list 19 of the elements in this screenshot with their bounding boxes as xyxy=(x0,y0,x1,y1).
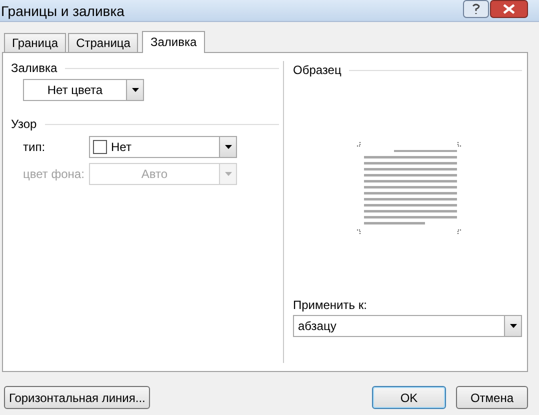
close-icon[interactable] xyxy=(490,0,528,18)
field-label: цвет фона: xyxy=(23,167,86,181)
pattern-dropdown[interactable]: Нет xyxy=(89,136,237,158)
tab[interactable]: Заливка xyxy=(142,31,205,53)
tab[interactable]: Страница xyxy=(68,33,138,52)
tab[interactable]: Граница xyxy=(4,33,66,52)
color-swatch-icon xyxy=(93,140,107,154)
dialog-button[interactable]: OK xyxy=(372,386,446,409)
dialog-button[interactable]: Горизонтальная линия... xyxy=(4,386,150,409)
apply-to-dropdown[interactable]: абзацу xyxy=(293,315,522,337)
field-label: тип: xyxy=(23,140,46,154)
field-label: Применить к: xyxy=(293,298,368,312)
fill-dropdown[interactable]: Нет цвета xyxy=(23,79,144,101)
help-icon[interactable] xyxy=(463,0,489,18)
section-label: Образец xyxy=(293,63,342,77)
window-title: Границы и заливка xyxy=(1,2,124,19)
section-label: Узор xyxy=(11,117,37,131)
dialog-button[interactable]: Отмена xyxy=(456,386,528,409)
section-label: Заливка xyxy=(11,61,58,75)
